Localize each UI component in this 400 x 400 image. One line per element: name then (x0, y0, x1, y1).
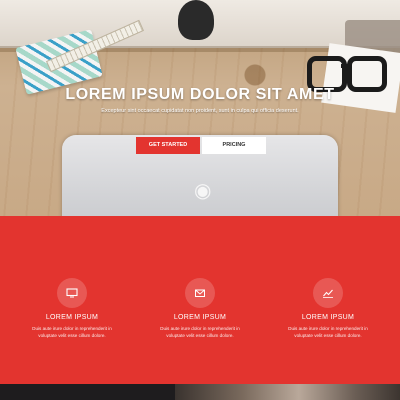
hero-section: ◉ LOREM IPSUM DOLOR SIT AMET Excepteur s… (0, 0, 400, 216)
plant-pot-image (178, 0, 214, 40)
monitor-icon (57, 278, 87, 308)
laptop-image (62, 135, 338, 216)
pricing-button[interactable]: PRICING (202, 137, 266, 154)
line-chart-icon (313, 278, 343, 308)
features-section: LOREM IPSUM Duis aute irure dolor in rep… (0, 216, 400, 384)
feature-title: LOREM IPSUM (301, 314, 355, 321)
next-section-photo (175, 384, 400, 400)
apple-logo-icon: ◉ (194, 178, 212, 202)
feature-card-2: LOREM IPSUM Duis aute irure dolor in rep… (140, 278, 260, 339)
feature-title: LOREM IPSUM (45, 314, 99, 321)
hero-title: LOREM IPSUM DOLOR SIT AMET (65, 86, 335, 103)
feature-card-1: LOREM IPSUM Duis aute irure dolor in rep… (12, 278, 132, 339)
feature-description: Duis aute irure dolor in reprehenderit i… (288, 326, 368, 338)
feature-description: Duis aute irure dolor in reprehenderit i… (32, 326, 112, 338)
hero-subtitle: Excepteur sint occaecat cupidatat non pr… (101, 108, 299, 114)
get-started-button[interactable]: GET STARTED (136, 137, 200, 154)
feature-card-3: LOREM IPSUM Duis aute irure dolor in rep… (268, 278, 388, 339)
feature-title: LOREM IPSUM (173, 314, 227, 321)
envelope-icon (185, 278, 215, 308)
feature-description: Duis aute irure dolor in reprehenderit i… (160, 326, 240, 338)
